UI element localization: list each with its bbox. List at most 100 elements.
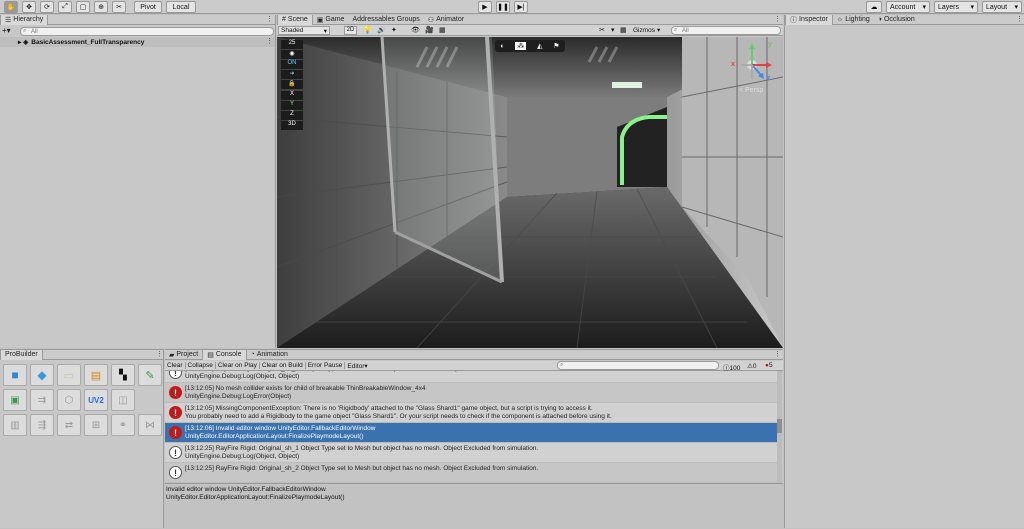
axis-x-toggle[interactable]: X [281,91,303,100]
uv2-button[interactable]: UV2 [84,389,108,411]
layout-dropdown[interactable]: Layout ▾ [982,1,1022,13]
orientation-gizmo[interactable]: y x z [729,41,775,87]
local-button[interactable]: Local [166,1,196,13]
tab-console[interactable]: ▤ Console [202,349,247,360]
new-shape-button[interactable]: ■ [3,364,27,386]
clear-on-build-button[interactable]: Clear on Build [260,362,306,369]
clear-on-play-button[interactable]: Clear on Play [216,362,260,369]
grid-toggle-icon[interactable]: ▦ [439,26,446,34]
audio-toggle-icon[interactable]: 🔊 [377,26,386,34]
chevron-down-icon[interactable]: ▾ [611,26,615,34]
lightmap-uv-button[interactable]: ⬡ [57,389,81,411]
draw-mode-icon[interactable]: ◭ [537,42,542,50]
console-search-input[interactable]: ⌕ [557,361,719,370]
uv-editor-button[interactable]: ▭ [57,364,81,386]
error-count-toggle[interactable]: ●5 [765,362,773,369]
cloud-button[interactable]: ☁ [866,1,882,13]
log-entry[interactable]: ! [13:12:25] RayFire Rigid: Original_sh_1… [165,443,777,463]
tab-project[interactable]: ▰ Project [165,350,202,360]
hierarchy-scene-row[interactable]: ▸ ◈ BasicAssessment_FullTransparency [0,37,275,47]
lock-icon[interactable]: 🔒 [281,80,303,89]
extrude-button[interactable]: ▥ [3,414,27,436]
hand-tool-button[interactable]: ✋ [4,1,18,13]
error-pause-button[interactable]: Error Pause [306,362,346,369]
overlay-on-toggle[interactable]: ON [281,60,303,69]
subdivide-button[interactable]: ⊞ [84,414,108,436]
scene-kebab-icon[interactable]: ⋮ [774,15,781,23]
material-editor-button[interactable]: ▤ [84,364,108,386]
flag-icon[interactable]: ⚑ [553,42,559,50]
tab-animation[interactable]: ◔ Animation [247,350,292,360]
rect-tool-button[interactable]: ▢ [76,1,90,13]
log-entry[interactable]: ! [13:12:06] Invalid editor window UnityE… [165,423,777,443]
export-button[interactable]: ⇉ [30,389,54,411]
smoothing-button[interactable]: ▚ [111,364,135,386]
probuilder-kebab-icon[interactable]: ⋮ [156,350,163,358]
play-button[interactable]: ▶ [478,1,492,13]
transform-tool-button[interactable]: ⊕ [94,1,108,13]
scene-search-input[interactable]: ⌕ All [671,26,781,35]
select-by-material-button[interactable]: ▣ [3,389,27,411]
create-button[interactable]: +▾ [2,26,11,35]
layers-dropdown[interactable]: Layers ▾ [934,1,978,13]
gizmos-dropdown[interactable]: Gizmos ▾ [633,26,667,35]
tab-hierarchy[interactable]: ☰ Hierarchy [0,14,49,25]
rotate-tool-button[interactable]: ⟳ [40,1,54,13]
clear-button[interactable]: Clear [165,362,186,369]
effects-toggle-icon[interactable]: ✦ [391,26,397,34]
console-scrollbar-thumb[interactable] [777,419,782,433]
axis-y-toggle[interactable]: Y [281,101,303,110]
scene-kebab-icon[interactable]: ⋮ [266,37,273,45]
new-poly-shape-button[interactable]: ◆ [30,364,54,386]
move-tool-button[interactable]: ✥ [22,1,36,13]
visibility-toggle-icon[interactable]: ◉ [281,50,303,59]
mirror-button[interactable]: ◫ [111,389,135,411]
tab-occlusion[interactable]: ◑ Occlusion [874,15,919,25]
log-entry[interactable]: ![13:12:05] RayFire Rigid: Original_sh_5… [165,371,777,383]
weld-button[interactable]: ⚭ [111,414,135,436]
tab-inspector[interactable]: ⓘ Inspector [785,14,833,25]
editor-dropdown[interactable]: Editor▾ [345,362,369,370]
camera-settings-icon[interactable]: 🎥 [425,26,434,34]
tab-addressables[interactable]: Addressables Groups [348,15,423,25]
account-dropdown[interactable]: Account ▾ [886,1,930,13]
3d-toggle[interactable]: 3D [281,121,303,130]
tab-probuilder[interactable]: ProBuilder [0,349,43,360]
shading-mode-dropdown[interactable]: Shaded ▾ [278,26,330,35]
console-scrollbar[interactable] [777,371,782,483]
pivot-button[interactable]: Pivot [134,1,162,13]
flip-button[interactable]: ⇄ [57,414,81,436]
scene-viewport[interactable]: 25 ◉ ON ➜ 🔒 X Y Z 3D ◐ ⁂ ◭ ⚑ y x z < Per… [277,37,783,348]
grid-snap-icon[interactable]: ▦ [620,26,632,34]
merge-button[interactable]: ⇶ [30,414,54,436]
2d-toggle[interactable]: 2D [344,26,357,35]
log-entry[interactable]: ! [13:12:25] RayFire Rigid: Original_sh_2… [165,463,777,483]
scale-tool-button[interactable]: ⤢ [58,1,72,13]
perspective-label[interactable]: < Persp [739,87,763,94]
log-entry[interactable]: ! [13:12:05] MissingComponentException: T… [165,403,777,423]
log-entry[interactable]: ! [13:12:05] No mesh collider exists for … [165,383,777,403]
tab-animator[interactable]: ⚇ Animator [424,15,468,25]
arrow-right-icon[interactable]: ➜ [281,70,303,79]
hierarchy-search-input[interactable]: ⌕ All [20,27,274,36]
tab-lighting[interactable]: ☼ Lighting [833,15,874,25]
tab-game[interactable]: ▣ Game [313,15,349,25]
chevron-right-icon[interactable]: ▸ [18,38,21,46]
warn-count-toggle[interactable]: ⚠0 [747,362,756,370]
nodes-icon[interactable]: ⁂ [515,42,527,50]
console-kebab-icon[interactable]: ⋮ [774,350,781,358]
kebab-menu-icon[interactable]: ⋮ [266,15,273,23]
step-button[interactable]: ▶| [514,1,528,13]
tools-icon[interactable]: ✂ [599,26,605,34]
custom-tool-button[interactable]: ✂ [112,1,126,13]
connect-button[interactable]: ⋈ [138,414,162,436]
axis-z-toggle[interactable]: Z [281,111,303,120]
hidden-objects-icon[interactable]: 👁 [411,26,420,34]
inspector-kebab-icon[interactable]: ⋮ [1016,15,1023,23]
vertex-color-button[interactable]: ✎ [138,364,162,386]
tab-scene[interactable]: # Scene [277,14,313,25]
collapse-button[interactable]: Collapse [186,362,216,369]
view-options-icon[interactable]: ◐ [500,43,504,50]
lighting-toggle-icon[interactable]: 💡 [363,26,372,34]
pause-button[interactable]: ❚❚ [496,1,510,13]
